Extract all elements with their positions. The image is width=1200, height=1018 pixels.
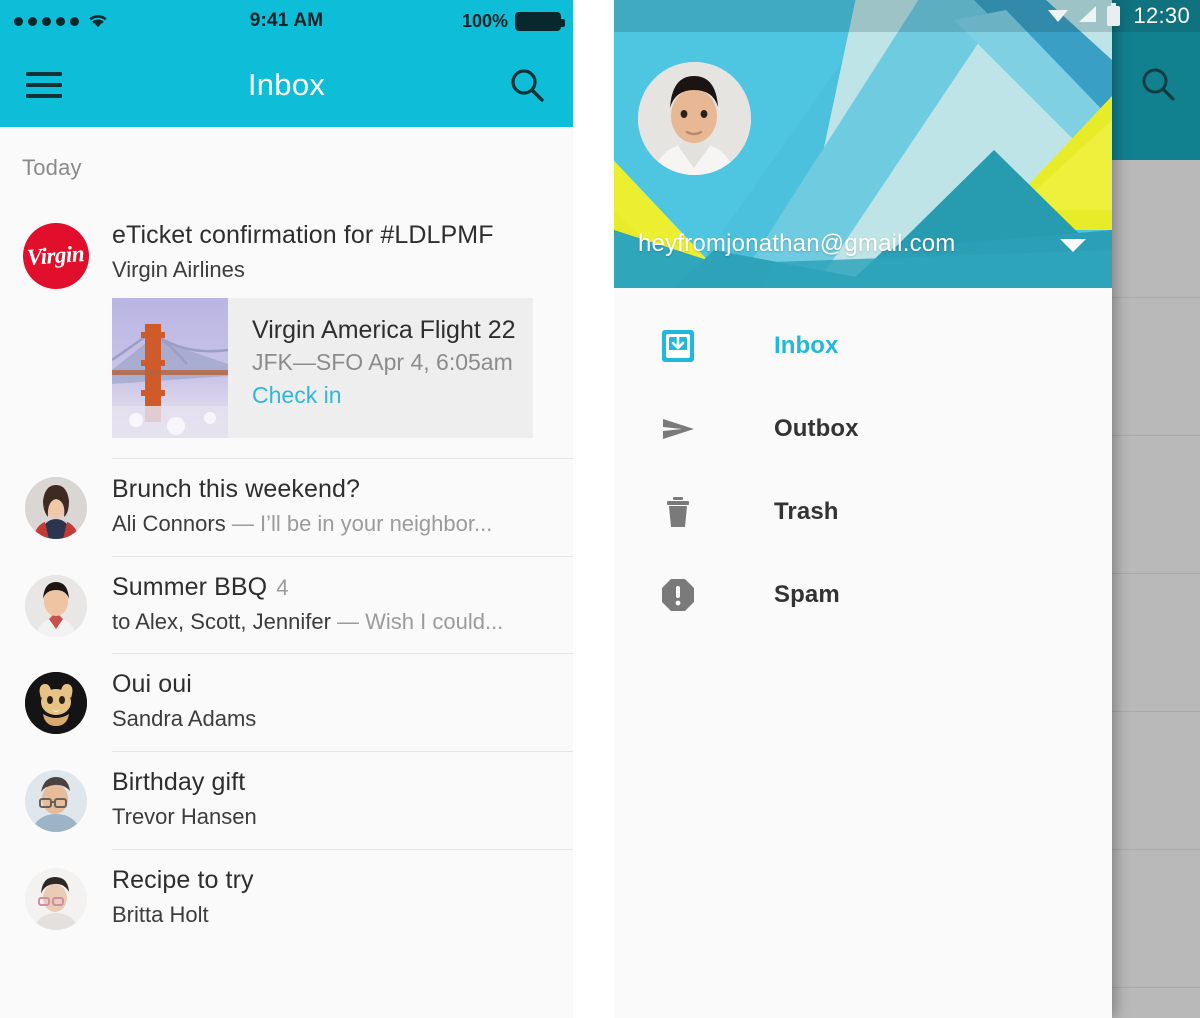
- mail-subject: Birthday gift: [112, 768, 246, 797]
- mail-sender: Ali Connors: [112, 510, 226, 536]
- list-item-content: Birthday gift Trevor Hansen: [112, 752, 553, 849]
- sidebar-item-spam[interactable]: Spam: [614, 553, 1112, 636]
- list-item-content: eTicket confirmation for #LDLPMF Virgin …: [112, 205, 553, 458]
- sidebar-item-label: Outbox: [774, 414, 859, 442]
- sidebar-item-label: Spam: [774, 580, 840, 608]
- android-mail-panel: hood... d ... eco... ut ...: [614, 0, 1200, 1018]
- battery-full-icon: [515, 11, 565, 31]
- list-item-content: Oui oui Sandra Adams: [112, 654, 553, 751]
- mail-subject: Brunch this weekend?: [112, 474, 360, 503]
- list-item[interactable]: Birthday gift Trevor Hansen: [0, 752, 573, 849]
- list-item-content: Recipe to try Britta Holt: [112, 850, 553, 947]
- avatar-column: [0, 850, 112, 947]
- search-icon[interactable]: [507, 65, 547, 105]
- screenshot-stage: 9:41 AM 100% Inbox Today Virgin eTicket …: [0, 0, 1200, 1018]
- sidebar-item-label: Inbox: [774, 331, 839, 359]
- drawer-nav-list: Inbox Outbox Trash Spam: [614, 288, 1112, 636]
- ios-app-bar: Inbox: [0, 42, 573, 127]
- sidebar-item-outbox[interactable]: Outbox: [614, 387, 1112, 470]
- account-email: heyfromjonathan@gmail.com: [638, 230, 956, 257]
- mail-recipients: to Alex, Scott, Jennifer: [112, 608, 331, 634]
- navigation-drawer: heyfromjonathan@gmail.com Inbox Outbox T…: [614, 0, 1112, 1018]
- avatar-ali-connors: [25, 476, 87, 539]
- avatar-sender-summer-bbq: [25, 574, 87, 637]
- list-item[interactable]: Virgin eTicket confirmation for #LDLPMF …: [0, 205, 573, 458]
- list-item[interactable]: Recipe to try Britta Holt: [0, 850, 573, 947]
- drawer-header: heyfromjonathan@gmail.com: [614, 0, 1112, 288]
- mail-sender: Sandra Adams: [112, 706, 257, 732]
- ios-mail-panel: 9:41 AM 100% Inbox Today Virgin eTicket …: [0, 0, 573, 1018]
- hamburger-menu-icon[interactable]: [26, 71, 62, 98]
- list-item-content: Summer BBQ 4 to Alex, Scott, Jennifer — W…: [112, 557, 553, 654]
- sidebar-item-label: Trash: [774, 497, 839, 525]
- thread-count-badge: 4: [276, 574, 289, 600]
- android-status-bar-scrim: [614, 0, 1200, 32]
- ios-status-bar: 9:41 AM 100%: [0, 0, 573, 42]
- mail-dash: —: [330, 608, 366, 634]
- mail-snippet: Wish I could...: [365, 608, 504, 634]
- mail-sender: Britta Holt: [112, 901, 209, 927]
- list-item[interactable]: Brunch this weekend? Ali Connors — I’ll …: [0, 459, 573, 556]
- battery-percent-label: 100%: [461, 10, 508, 31]
- mail-subject: Summer BBQ: [112, 572, 268, 601]
- avatar-column: [0, 557, 112, 654]
- flight-details: JFK—SFO Apr 4, 6:05am: [252, 348, 513, 375]
- list-item[interactable]: Summer BBQ 4 to Alex, Scott, Jennifer — W…: [0, 557, 573, 654]
- section-header-today: Today: [22, 155, 82, 180]
- check-in-link[interactable]: Check in: [252, 382, 516, 409]
- status-bar-right-group: 100%: [461, 10, 565, 32]
- page-title: Inbox: [247, 66, 326, 102]
- golden-gate-bridge-thumbnail: [112, 297, 228, 438]
- avatar-column: Virgin: [0, 205, 112, 458]
- virgin-logo-text: Virgin: [26, 241, 86, 270]
- avatar-sandra-adams: [25, 672, 87, 735]
- mail-snippet: I’ll be in your neighbor...: [259, 510, 493, 536]
- mail-dash: —: [225, 510, 260, 536]
- trash-can-icon: [656, 494, 700, 530]
- avatar-column: [0, 459, 112, 556]
- ios-mail-list[interactable]: Today Virgin eTicket confirmation for #L…: [0, 127, 573, 1018]
- search-icon[interactable]: [1136, 62, 1180, 106]
- list-item[interactable]: Oui oui Sandra Adams: [0, 654, 573, 751]
- mail-subject-line: Summer BBQ 4: [112, 571, 553, 604]
- virgin-airlines-logo: Virgin: [23, 223, 89, 289]
- avatar-trevor-hansen: [25, 770, 87, 833]
- chevron-down-icon[interactable]: [1060, 239, 1086, 252]
- avatar-britta-holt: [25, 867, 87, 930]
- mail-sender: Trevor Hansen: [112, 804, 257, 830]
- mail-subject: Oui oui: [112, 670, 192, 699]
- avatar-column: [0, 654, 112, 751]
- flight-card[interactable]: Virgin America Flight 22 JFK—SFO Apr 4, …: [112, 297, 533, 438]
- mail-subject: eTicket confirmation for #LDLPMF: [112, 221, 494, 249]
- avatar-column: [0, 752, 112, 849]
- octagon-exclamation-icon: [656, 577, 700, 613]
- sidebar-item-inbox[interactable]: Inbox: [614, 304, 1112, 387]
- mail-preview: Ali Connors — I’ll be in your neighbor..…: [112, 509, 553, 540]
- list-item-content: Brunch this weekend? Ali Connors — I’ll …: [112, 459, 553, 556]
- mail-subject: Recipe to try: [112, 865, 254, 894]
- sidebar-item-trash[interactable]: Trash: [614, 470, 1112, 553]
- mail-sender: Virgin Airlines: [112, 257, 245, 282]
- flight-title: Virgin America Flight 22: [252, 315, 516, 344]
- flight-card-info: Virgin America Flight 22 JFK—SFO Apr 4, …: [228, 298, 516, 438]
- account-avatar[interactable]: [638, 62, 751, 175]
- inbox-download-icon: [656, 328, 700, 364]
- send-paper-plane-icon: [656, 411, 700, 447]
- mail-preview: to Alex, Scott, Jennifer — Wish I could.…: [112, 607, 553, 638]
